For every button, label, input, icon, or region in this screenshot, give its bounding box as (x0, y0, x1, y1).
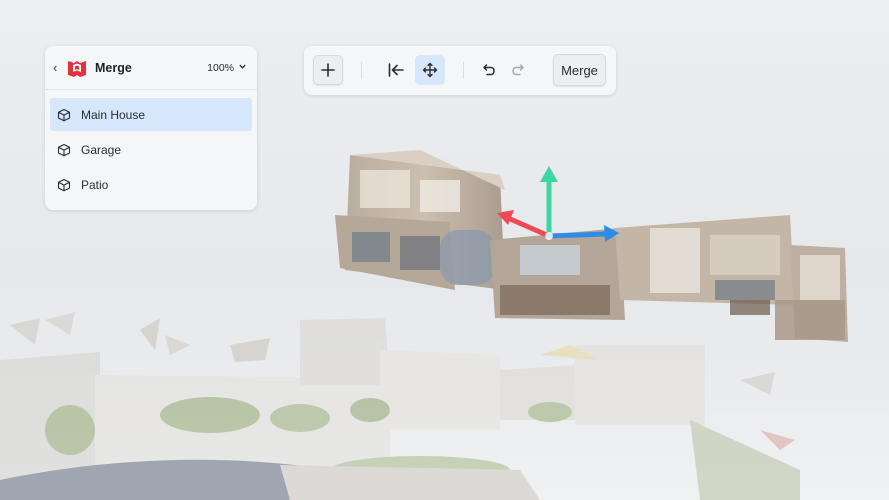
list-item-main-house[interactable]: Main House (50, 98, 252, 131)
chevron-down-icon (238, 62, 247, 73)
cube-icon (57, 108, 71, 121)
cube-icon (57, 178, 71, 191)
chevron-left-icon[interactable]: ‹ (53, 60, 63, 75)
zoom-value: 100% (207, 61, 234, 74)
panel-title: Merge (95, 60, 132, 75)
matterport-logo (67, 58, 87, 78)
main-house-model (335, 150, 848, 342)
exterior-scan (0, 312, 889, 500)
toolbar-divider (463, 62, 464, 79)
models-panel: ‹ Merge 100% Main House Garage Patio (45, 46, 257, 210)
list-item-patio[interactable]: Patio (50, 168, 252, 201)
move-arrows-icon (422, 62, 438, 78)
undo-button[interactable] (473, 55, 503, 85)
list-item-label: Patio (81, 177, 109, 192)
model-list: Main House Garage Patio (45, 90, 257, 201)
zoom-dropdown[interactable]: 100% (207, 62, 247, 74)
redo-icon (512, 64, 524, 76)
move-button[interactable] (415, 55, 445, 85)
collapse-button[interactable] (381, 55, 411, 85)
list-item-garage[interactable]: Garage (50, 133, 252, 166)
list-item-label: Garage (81, 142, 122, 157)
plus-icon (321, 63, 335, 77)
arrow-left-to-line-icon (388, 63, 404, 77)
toolbar: Merge (304, 46, 616, 95)
panel-header: ‹ Merge 100% (45, 46, 257, 90)
redo-button[interactable] (504, 55, 534, 85)
add-button[interactable] (313, 55, 343, 85)
toolbar-divider (361, 62, 362, 79)
merge-button[interactable]: Merge (553, 54, 606, 86)
list-item-label: Main House (81, 107, 146, 122)
cube-icon (57, 143, 71, 156)
undo-icon (483, 64, 495, 76)
